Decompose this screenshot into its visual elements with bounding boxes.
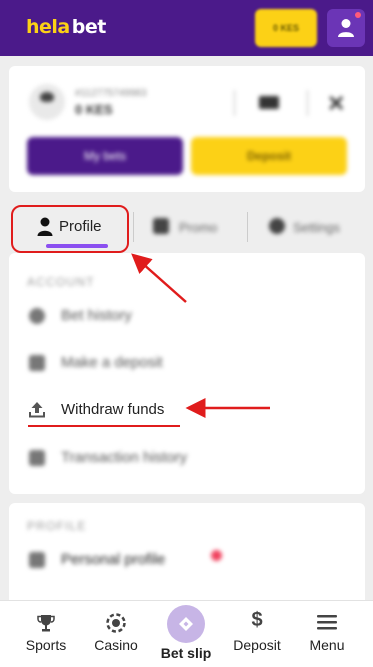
nav-menu[interactable]: Menu xyxy=(296,601,358,667)
gift-icon xyxy=(153,218,169,234)
nav-casino-label: Casino xyxy=(94,637,138,653)
menu-item-bet-history[interactable]: Bet history xyxy=(27,301,347,331)
tab-settings[interactable]: Settings xyxy=(255,204,365,250)
divider xyxy=(234,90,235,116)
nav-bet-slip[interactable]: Bet slip xyxy=(154,601,218,667)
tab-settings-label: Settings xyxy=(293,220,340,235)
nav-menu-label: Menu xyxy=(309,637,345,653)
profile-menu-card: PROFILE Personal profile xyxy=(9,503,365,613)
nav-deposit-label: Deposit xyxy=(233,637,281,653)
avatar xyxy=(29,84,65,120)
user-icon xyxy=(338,19,354,37)
nav-casino[interactable]: Casino xyxy=(86,601,146,667)
history-icon xyxy=(29,308,45,324)
person-icon xyxy=(29,552,45,568)
notification-dot xyxy=(355,12,361,18)
ticket-icon xyxy=(179,617,193,631)
menu-item-label: Make a deposit xyxy=(61,354,163,371)
my-bets-button[interactable]: My bets xyxy=(27,137,183,175)
annotation-highlight-box xyxy=(11,205,129,253)
withdraw-icon xyxy=(29,402,45,418)
section-title-account: ACCOUNT xyxy=(27,275,95,289)
menu-item-transaction-history[interactable]: Transaction history xyxy=(27,443,347,473)
menu-item-make-deposit[interactable]: Make a deposit xyxy=(27,348,347,378)
chip-icon xyxy=(106,613,126,633)
transactions-icon xyxy=(29,450,45,466)
gear-icon xyxy=(269,218,285,234)
helabet-logo[interactable]: hela bet xyxy=(26,16,106,38)
bottom-navigation: Sports Casino Bet slip $ Deposit Menu xyxy=(0,600,373,667)
account-balance: 0 KES xyxy=(75,102,113,117)
nav-bet-slip-label: Bet slip xyxy=(160,645,212,661)
menu-item-withdraw-funds[interactable]: Withdraw funds xyxy=(27,395,347,425)
divider xyxy=(307,90,308,116)
annotation-underline xyxy=(28,425,180,427)
hamburger-icon xyxy=(317,615,337,630)
divider xyxy=(247,212,248,242)
account-menu-card: ACCOUNT Bet history Make a deposit Withd… xyxy=(9,253,365,494)
nav-deposit[interactable]: $ Deposit xyxy=(226,601,288,667)
trophy-icon xyxy=(37,615,55,632)
notification-dot xyxy=(211,550,222,561)
menu-item-personal-profile[interactable]: Personal profile xyxy=(27,545,347,575)
dollar-icon: $ xyxy=(251,609,263,631)
tab-promo-label: Promo xyxy=(179,220,218,235)
mail-icon[interactable] xyxy=(259,96,279,109)
menu-item-label: Bet history xyxy=(61,307,132,324)
logo-text-hela: hela xyxy=(26,16,70,38)
tab-promo[interactable]: Promo xyxy=(139,204,239,250)
close-icon[interactable]: ✕ xyxy=(327,91,345,117)
divider xyxy=(133,212,134,242)
logo-text-bet: bet xyxy=(71,16,107,38)
menu-item-label: Withdraw funds xyxy=(61,401,165,418)
account-summary-card: #112775749983 0 KES ✕ My bets Deposit xyxy=(9,66,365,192)
app-header: hela bet 0 KES xyxy=(0,0,373,56)
deposit-icon xyxy=(29,355,45,371)
nav-sports[interactable]: Sports xyxy=(16,601,76,667)
header-balance-button[interactable]: 0 KES xyxy=(255,9,317,47)
nav-sports-label: Sports xyxy=(25,637,67,653)
menu-item-label: Personal profile xyxy=(61,551,166,568)
section-title-profile: PROFILE xyxy=(27,519,87,533)
deposit-button[interactable]: Deposit xyxy=(191,137,347,175)
user-account-button[interactable] xyxy=(327,9,365,47)
account-id: #112775749983 xyxy=(75,88,147,99)
menu-item-label: Transaction history xyxy=(61,449,188,466)
